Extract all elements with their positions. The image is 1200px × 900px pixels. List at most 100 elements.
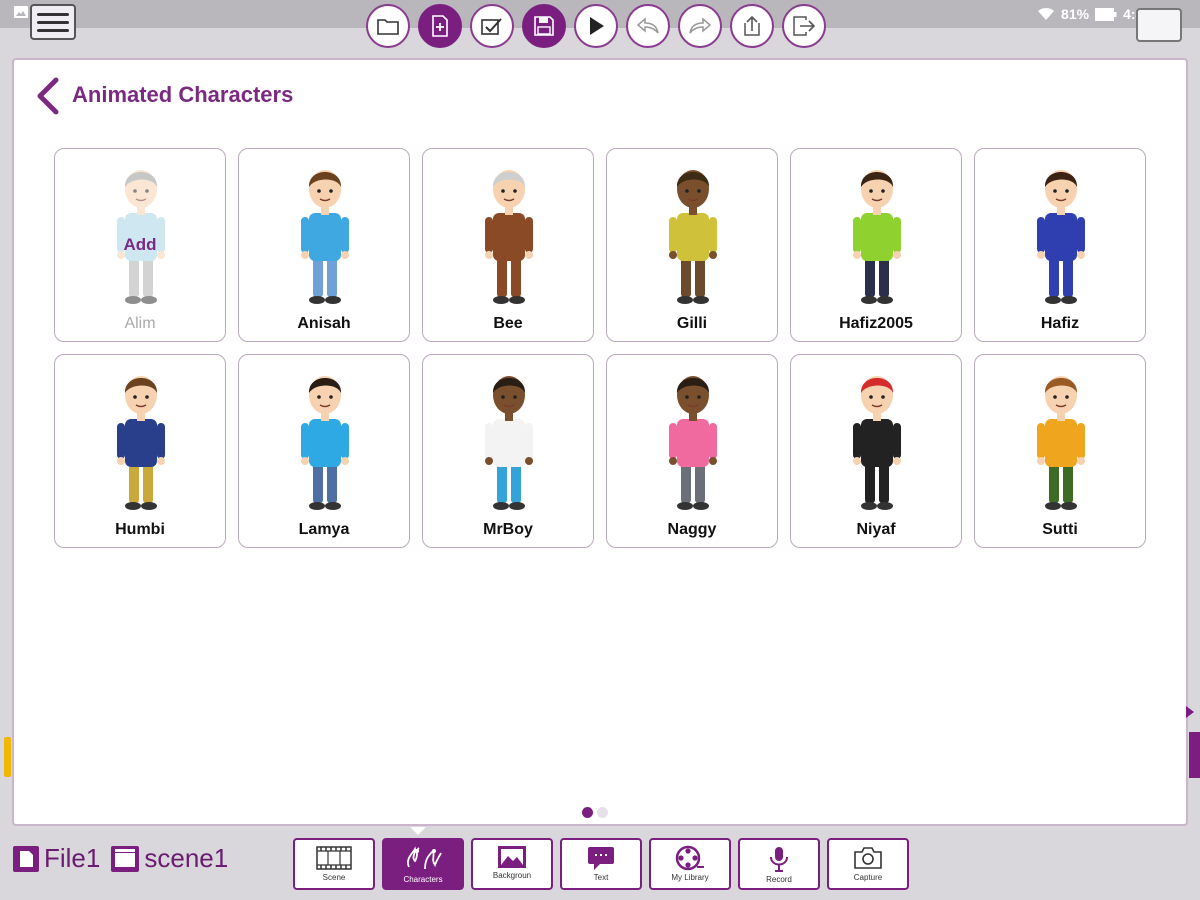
torso	[677, 213, 709, 261]
shoe-left	[493, 502, 509, 510]
page-title: Animated Characters	[72, 82, 294, 107]
shoe-right	[509, 502, 525, 510]
menu-line	[37, 20, 69, 24]
shoe-right	[1061, 502, 1077, 510]
tab-label: Backgroun	[492, 871, 532, 880]
character-card-hafiz[interactable]: Hafiz	[974, 148, 1146, 342]
shoe-left	[861, 502, 877, 510]
hamburger-menu-button[interactable]	[30, 4, 76, 40]
right-drawer-handle[interactable]	[1189, 732, 1200, 778]
eye-right	[329, 395, 333, 399]
hand-left	[1037, 251, 1045, 259]
tab-scene[interactable]: Scene	[293, 838, 375, 890]
shoe-left	[309, 502, 325, 510]
camera-icon	[854, 847, 882, 869]
leg-left	[1049, 257, 1059, 297]
battery-icon	[1095, 7, 1117, 21]
tab-my-library[interactable]: My Library	[649, 838, 731, 890]
folder-icon	[377, 19, 399, 35]
character-card-lamya[interactable]: Lamya	[238, 354, 410, 548]
leg-right	[511, 463, 521, 503]
save-button[interactable]	[522, 4, 566, 48]
character-card-humbi[interactable]: Humbi	[54, 354, 226, 548]
export-button[interactable]	[782, 4, 826, 48]
hand-right	[893, 251, 901, 259]
right-arrow-icon[interactable]	[1186, 706, 1194, 718]
tab-capture[interactable]: Capture	[827, 838, 909, 890]
arm-left	[117, 423, 125, 459]
gallery-notification-icon	[14, 6, 28, 18]
open-folder-button[interactable]	[366, 4, 410, 48]
arm-right	[1077, 217, 1085, 253]
character-card-gilli[interactable]: Gilli	[606, 148, 778, 342]
shoe-left	[309, 296, 325, 304]
character-figure	[301, 376, 349, 510]
character-card-bee[interactable]: Bee	[422, 148, 594, 342]
tab-background[interactable]: Backgroun	[471, 838, 553, 890]
left-drawer-handle[interactable]	[4, 737, 11, 777]
leg-left	[865, 257, 875, 297]
hand-left	[1037, 457, 1045, 465]
undo-button[interactable]	[626, 4, 670, 48]
tab-record[interactable]: Record	[738, 838, 820, 890]
play-icon	[590, 17, 604, 35]
character-card-naggy[interactable]: Naggy	[606, 354, 778, 548]
character-name: Hafiz2005	[839, 315, 913, 332]
character-card-mrboy[interactable]: MrBoy	[422, 354, 594, 548]
leg-left	[129, 463, 139, 503]
character-card-alim[interactable]: Add Alim	[54, 148, 226, 342]
tab-text[interactable]: Text	[560, 838, 642, 890]
hand-right	[341, 251, 349, 259]
page-dot-1[interactable]	[582, 807, 593, 818]
arm-right	[893, 423, 901, 459]
eye-right	[1065, 395, 1069, 399]
eye-left	[317, 395, 321, 399]
help-button[interactable]	[1136, 8, 1182, 42]
new-file-button[interactable]	[418, 4, 462, 48]
character-card-hafiz2005[interactable]: Hafiz2005	[790, 148, 962, 342]
play-button[interactable]	[574, 4, 618, 48]
page-dot-2[interactable]	[597, 807, 608, 818]
hand-right	[1077, 457, 1085, 465]
eye-right	[1065, 189, 1069, 193]
check-button[interactable]	[470, 4, 514, 48]
leg-right	[695, 257, 705, 297]
hand-right	[709, 251, 717, 259]
hand-right	[893, 457, 901, 465]
back-chevron-icon[interactable]	[34, 76, 62, 116]
microphone-icon	[770, 847, 788, 872]
eye-left	[1053, 189, 1057, 193]
character-figure	[117, 170, 165, 304]
character-card-sutti[interactable]: Sutti	[974, 354, 1146, 548]
arm-right	[157, 423, 165, 459]
hand-left	[301, 457, 309, 465]
leg-right	[695, 463, 705, 503]
checklist-icon	[481, 18, 502, 35]
tab-characters[interactable]: Characters	[382, 838, 464, 890]
shoe-left	[861, 296, 877, 304]
image-icon	[498, 846, 526, 868]
leg-left	[1049, 463, 1059, 503]
torso	[861, 213, 893, 261]
tab-label: Text	[593, 873, 609, 882]
eye-left	[133, 189, 137, 193]
page-indicator	[582, 807, 608, 818]
hand-left	[669, 251, 677, 259]
character-name: Lamya	[298, 521, 350, 538]
character-name: Anisah	[297, 315, 351, 332]
hand-left	[117, 457, 125, 465]
leg-right	[511, 257, 521, 297]
scene-icon	[111, 845, 140, 872]
leg-left	[497, 463, 507, 503]
leg-left	[313, 463, 323, 503]
redo-button[interactable]	[678, 4, 722, 48]
arm-left	[485, 423, 493, 459]
hand-right	[525, 251, 533, 259]
character-card-anisah[interactable]: Anisah	[238, 148, 410, 342]
upload-button[interactable]	[730, 4, 774, 48]
eye-left	[685, 395, 689, 399]
tab-label: Capture	[853, 873, 883, 882]
shoe-left	[493, 296, 509, 304]
hand-right	[157, 457, 165, 465]
character-card-niyaf[interactable]: Niyaf	[790, 354, 962, 548]
